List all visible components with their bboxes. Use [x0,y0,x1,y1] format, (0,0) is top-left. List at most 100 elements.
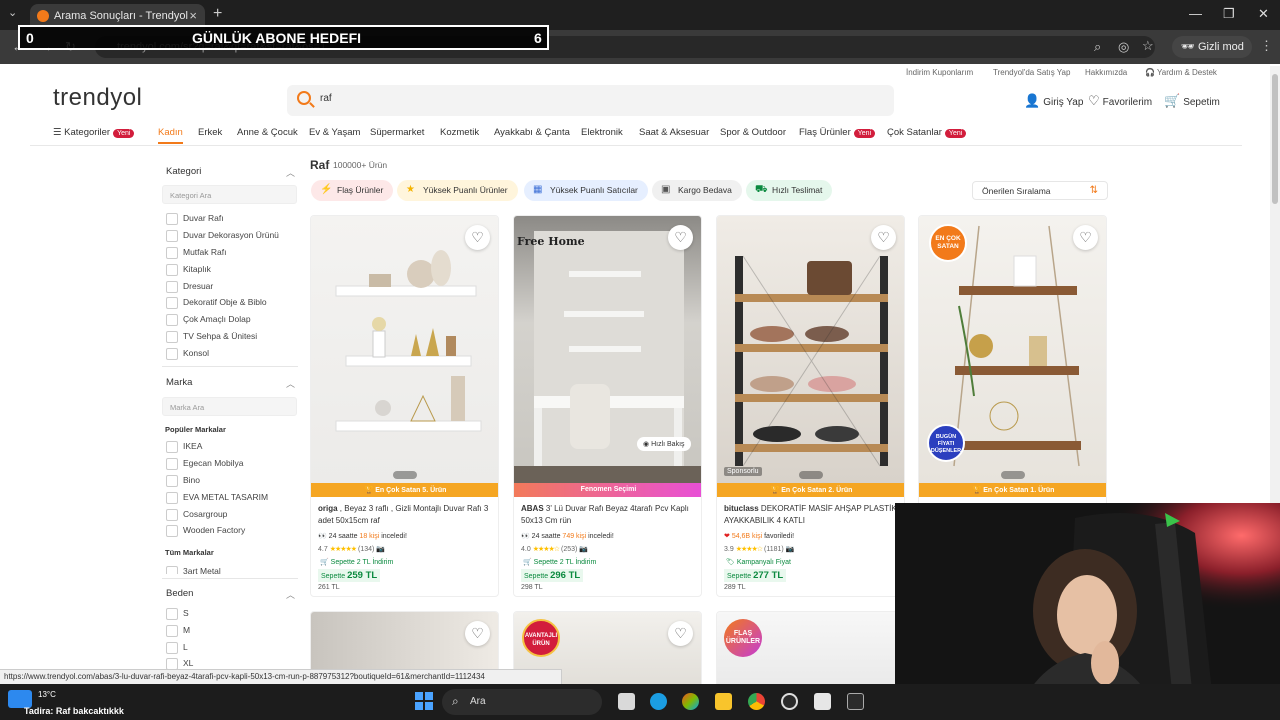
favorites-button[interactable]: ♡ Favorilerim [1088,93,1152,109]
chrome-icon[interactable] [748,693,765,710]
search-input[interactable] [320,93,820,104]
restore-icon[interactable]: ❐ [1223,6,1235,22]
product-image[interactable]: Free Home ◉ Hızlı Bakış [514,216,701,483]
search-bar[interactable] [287,85,894,116]
nav-kadin[interactable]: Kadın [158,127,183,144]
product-name[interactable]: origa , Beyaz 3 raflı , Gizli Montajlı D… [318,503,496,527]
brand-option[interactable]: Egecan Mobilya [166,458,243,470]
quick-view-button[interactable]: ◉ Hızlı Bakış [637,437,691,451]
brand-search-input[interactable]: Marka Ara [162,397,297,416]
menu-icon[interactable]: ⋮ [1260,38,1273,54]
windows-start-icon[interactable] [415,692,433,710]
top-link-help[interactable]: 🎧 Yardım & Destek [1145,68,1217,77]
chip-kargo-bedava[interactable]: ▣ Kargo Bedava [652,180,742,201]
category-option[interactable]: TV Sehpa & Ünitesi [166,331,257,343]
chevron-up-icon[interactable]: ︿ [286,377,295,390]
size-option[interactable]: L [166,642,188,654]
top-link-coupons[interactable]: İndirim Kuponlarım [906,68,973,77]
all-brands-list[interactable]: 3art Metal [162,563,298,574]
bookmark-star-icon[interactable]: ☆ [1142,38,1154,54]
zoom-icon[interactable]: ⌕ [1094,39,1101,55]
top-link-about[interactable]: Hakkımızda [1085,68,1127,77]
favorite-heart-icon[interactable]: ♡ [871,225,896,250]
chip-hizli-teslimat[interactable]: ⛟ Hızlı Teslimat [746,180,833,201]
brand-option[interactable]: Bino [166,475,200,487]
product-image[interactable]: EN ÇOK SATAN BUGÜN FİYATI DÜŞENLER [919,216,1106,483]
nav-anne-cocuk[interactable]: Anne & Çocuk [237,127,298,138]
nav-saat-aksesuar[interactable]: Saat & Aksesuar [639,127,709,138]
nav-ev-yasam[interactable]: Ev & Yaşam [309,127,360,138]
brand-option[interactable]: EVA METAL TASARIM [166,492,268,504]
chip-yuksek-puanli-urunler[interactable]: ★ Yüksek Puanlı Ürünler [397,180,518,201]
sort-dropdown[interactable]: Önerilen Sıralama ⇅ [972,181,1108,200]
favorite-heart-icon[interactable]: ♡ [668,621,693,646]
nav-flas-urunler[interactable]: Flaş Ürünler Yeni [799,127,876,138]
carousel-dots[interactable] [799,471,823,479]
category-option[interactable]: Duvar Rafı [166,213,224,225]
minimize-icon[interactable]: — [1189,6,1202,21]
nav-cok-satanlar[interactable]: Çok Satanlar Yeni [887,127,967,138]
tracking-icon[interactable]: ◎ [1118,39,1129,55]
category-search-input[interactable]: Kategori Ara [162,185,297,204]
category-option[interactable]: Çok Amaçlı Dolap [166,314,251,326]
category-option[interactable]: Mutfak Rafı [166,247,226,259]
favorite-heart-icon[interactable]: ♡ [465,621,490,646]
chevron-up-icon[interactable]: ︿ [286,588,295,601]
task-view-icon[interactable] [618,693,635,710]
terminal-icon[interactable] [847,693,864,710]
tab-search-icon[interactable]: ⌄ [8,6,17,19]
brand-option[interactable]: Cosargroup [166,509,227,521]
product-card[interactable]: Free Home ◉ Hızlı Bakış ♡ Fenomen Seçimi… [513,215,702,597]
category-option[interactable]: Kitaplık [166,264,211,276]
filter-size-title[interactable]: Beden [166,588,193,599]
incognito-badge[interactable]: 🕶 Gizli mod [1172,36,1252,58]
category-option[interactable]: Konsol [166,348,209,360]
scrollbar-thumb[interactable] [1272,74,1278,204]
nav-erkek[interactable]: Erkek [198,127,222,138]
size-option[interactable]: S [166,608,189,620]
product-card[interactable]: ♡ 🏆 En Çok Satan 5. Ürün origa , Beyaz 3… [310,215,499,597]
nav-categories[interactable]: ☰ Kategoriler Yeni [53,127,135,138]
product-image[interactable] [311,216,498,483]
brand-option[interactable]: IKEA [166,441,202,453]
product-card[interactable]: Sponsorlu ♡ 🏆 En Çok Satan 2. Ürün bituc… [716,215,905,597]
copilot-icon[interactable] [682,693,699,710]
close-tab-icon[interactable]: × [189,8,197,23]
close-window-icon[interactable]: ✕ [1258,6,1269,22]
trendyol-logo[interactable]: trendyol [53,84,142,112]
favorite-heart-icon[interactable]: ♡ [465,225,490,250]
product-name[interactable]: bituclass DEKORATİF MASİF AHŞAP PLASTİK … [724,503,902,527]
obs-icon[interactable] [781,693,798,710]
edge-icon[interactable] [650,693,667,710]
new-tab-icon[interactable]: + [213,5,222,23]
cart-button[interactable]: 🛒 Sepetim [1164,93,1220,109]
chevron-up-icon[interactable]: ︿ [286,166,295,179]
product-name[interactable]: ABAS 3' Lü Duvar Rafı Beyaz 4tarafı Pcv … [521,503,699,527]
favorite-heart-icon[interactable]: ♡ [668,225,693,250]
product-card[interactable]: FLAŞ ÜRÜNLER [716,611,905,691]
category-option[interactable]: Dekoratif Obje & Biblo [166,297,267,309]
brand-option[interactable]: 3art Metal [166,566,221,574]
carousel-dots[interactable] [1001,471,1025,479]
nav-kozmetik[interactable]: Kozmetik [440,127,479,138]
carousel-dots[interactable] [393,471,417,479]
favorite-heart-icon[interactable]: ♡ [1073,225,1098,250]
chip-flas-urunler[interactable]: ⚡ Flaş Ürünler [311,180,394,201]
file-explorer-icon[interactable] [715,693,732,710]
top-link-sell[interactable]: Trendyol'da Satış Yap [993,68,1070,77]
app-icon[interactable] [814,693,831,710]
chip-yuksek-puanli-saticilar[interactable]: ▦ Yüksek Puanlı Satıcılar [524,180,648,201]
nav-elektronik[interactable]: Elektronik [581,127,623,138]
nav-spor-outdoor[interactable]: Spor & Outdoor [720,127,786,138]
filter-category-title[interactable]: Kategori [166,166,201,177]
nav-supermarket[interactable]: Süpermarket [370,127,424,138]
nav-ayakkabi-canta[interactable]: Ayakkabı & Çanta [494,127,570,138]
weather-temp[interactable]: 13°C [38,690,56,699]
size-option[interactable]: XL [166,658,193,670]
filter-brand-title[interactable]: Marka [166,377,192,388]
product-image[interactable]: Sponsorlu [717,216,904,483]
category-option[interactable]: Dresuar [166,281,213,293]
login-button[interactable]: 👤 Giriş Yap [1024,93,1083,109]
taskbar-search[interactable]: ⌕ Ara [442,689,602,715]
brand-option[interactable]: Wooden Factory [166,525,245,537]
